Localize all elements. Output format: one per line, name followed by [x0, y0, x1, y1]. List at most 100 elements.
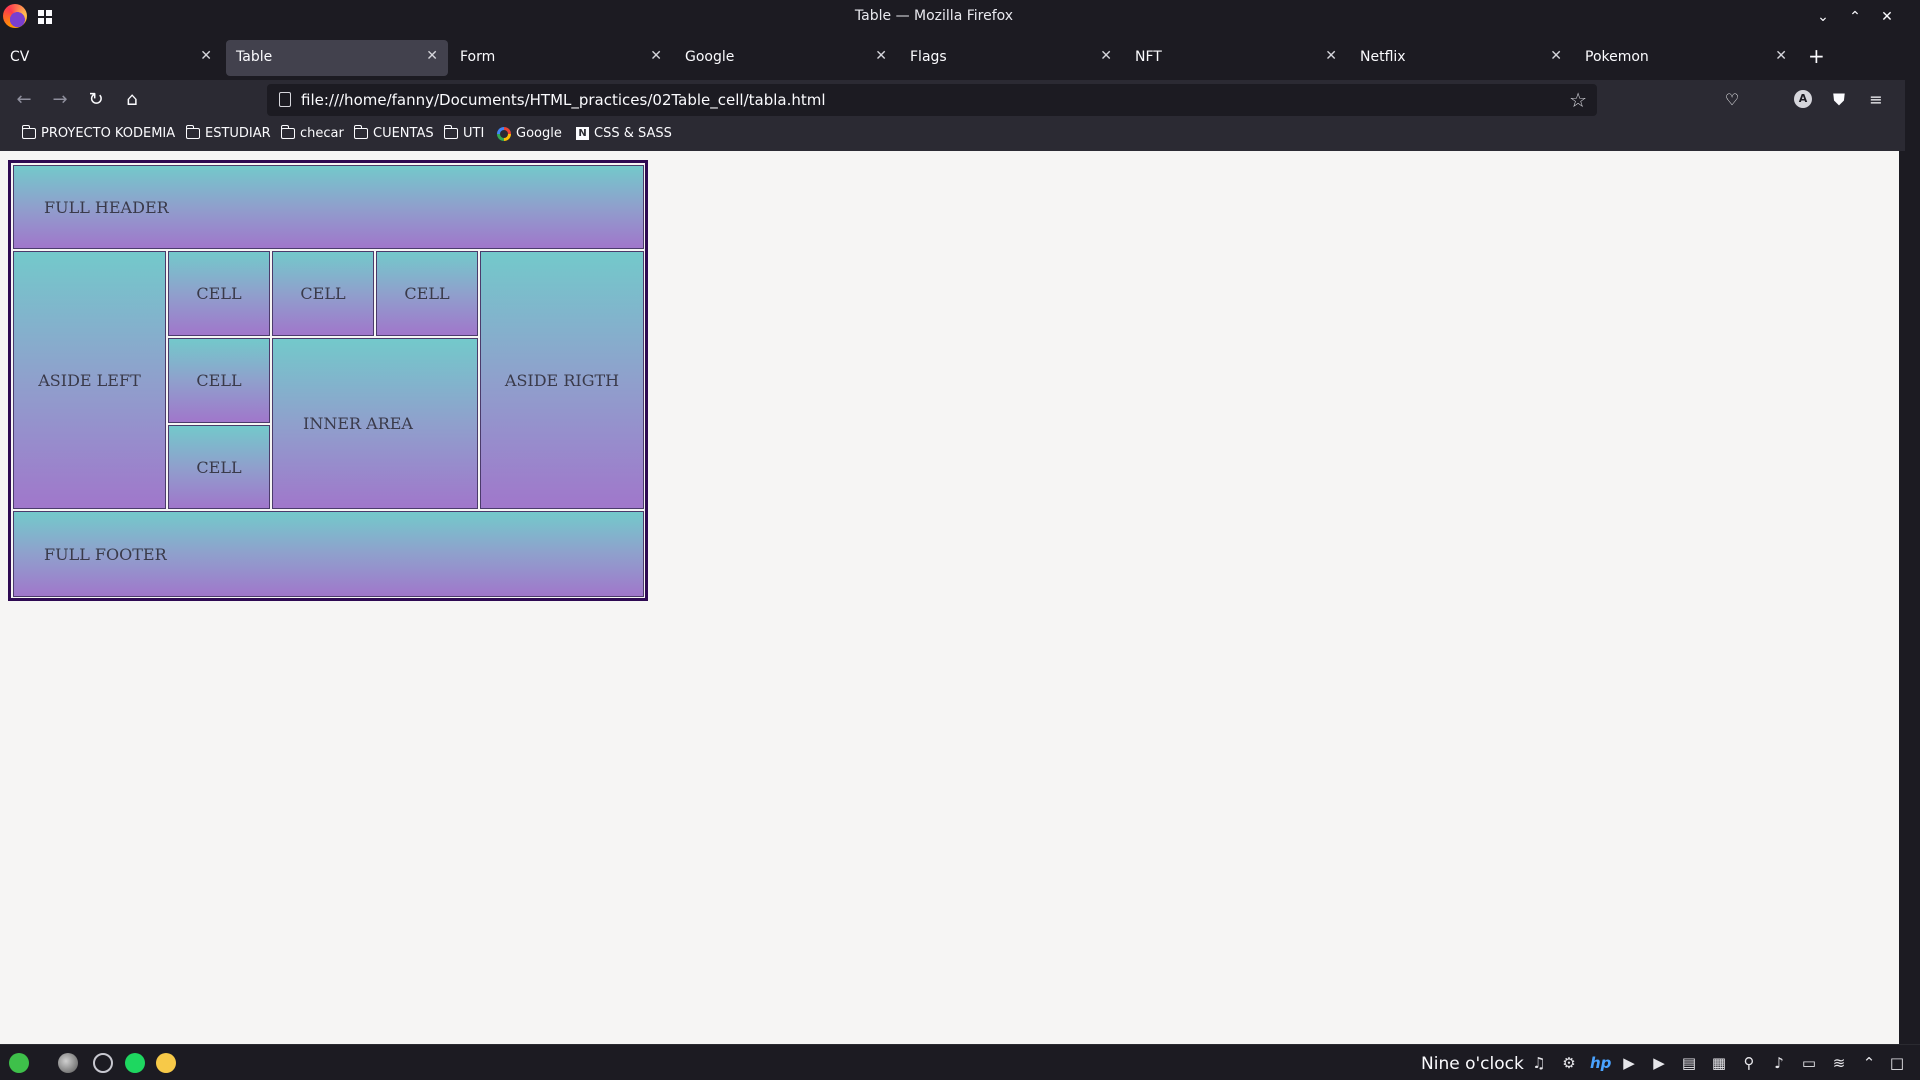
tab-label: Form	[460, 49, 496, 65]
tab-label: Netflix	[1360, 49, 1406, 65]
emoji-icon[interactable]	[156, 1053, 176, 1073]
reload-button[interactable]: ↻	[84, 88, 108, 112]
tab-close-icon[interactable]: ✕	[1550, 48, 1562, 64]
launcher-icon[interactable]	[9, 1053, 29, 1073]
bookmark-cuentas[interactable]: CUENTAS	[353, 125, 434, 141]
media-play-icon[interactable]	[93, 1053, 113, 1073]
window-title: Table — Mozilla Firefox	[854, 8, 1014, 24]
system-taskbar: Nine o'clock ♫ ⚙ hp ▶ ▶ ▤ ▦ ⚲ ♪ ▭ ≋ ⌃ □	[0, 1044, 1920, 1080]
clipboard-icon[interactable]: ▤	[1680, 1054, 1698, 1072]
aside-left-cell: ASIDE LEFT	[13, 251, 166, 509]
tab-label: Table	[236, 49, 273, 65]
minimize-button[interactable]: ⌄	[1813, 7, 1833, 27]
pocket-icon[interactable]: ♡	[1720, 88, 1744, 112]
page-icon	[279, 92, 291, 107]
clock[interactable]: Nine o'clock	[1421, 1054, 1524, 1074]
close-window-button[interactable]: ✕	[1877, 7, 1897, 27]
bookmarks-toolbar: PROYECTO KODEMIA ESTUDIAR checar CUENTAS…	[0, 120, 1905, 151]
aside-right-text: ASIDE RIGTH	[504, 370, 620, 390]
bookmark-label: PROYECTO KODEMIA	[41, 126, 176, 141]
table-cell: CELL	[168, 251, 270, 336]
new-tab-button[interactable]: +	[1808, 44, 1825, 68]
cell-text: CELL	[404, 284, 450, 303]
wallpaper-app-icon[interactable]	[58, 1053, 78, 1073]
back-button[interactable]: ←	[12, 88, 36, 112]
folder-icon	[353, 125, 368, 139]
battery-icon[interactable]: ▭	[1800, 1054, 1818, 1072]
tab-form[interactable]: Form ✕	[450, 40, 672, 76]
navigation-toolbar: ← → ↻ ⌂ file:///home/fanny/Documents/HTM…	[0, 80, 1905, 120]
table-cell: CELL	[376, 251, 478, 336]
tab-flags[interactable]: Flags ✕	[900, 40, 1122, 76]
tab-table[interactable]: Table ✕	[226, 40, 448, 76]
full-footer-cell: FULL FOOTER	[13, 511, 644, 597]
inner-area-cell: INNER AREA	[272, 338, 478, 509]
folder-icon	[280, 125, 295, 139]
bookmark-proyecto-kodemia[interactable]: PROYECTO KODEMIA	[21, 125, 176, 141]
table-cell: CELL	[168, 338, 270, 423]
maximize-button[interactable]: ⌃	[1845, 7, 1865, 27]
tab-close-icon[interactable]: ✕	[875, 48, 887, 64]
extension-shield-icon[interactable]: ⛊	[1827, 88, 1851, 112]
home-button[interactable]: ⌂	[120, 88, 144, 112]
bookmark-checar[interactable]: checar	[280, 125, 344, 141]
tab-nft[interactable]: NFT ✕	[1125, 40, 1347, 76]
bookmark-estudiar[interactable]: ESTUDIAR	[185, 125, 271, 141]
tab-close-icon[interactable]: ✕	[1325, 48, 1337, 64]
bookmark-google[interactable]: Google	[497, 126, 562, 141]
tab-close-icon[interactable]: ✕	[1100, 48, 1112, 64]
tab-close-icon[interactable]: ✕	[200, 48, 212, 64]
location-icon[interactable]: ⚲	[1740, 1054, 1758, 1072]
bookmark-label: UTI	[463, 126, 485, 141]
window-titlebar: Table — Mozilla Firefox ⌄ ⌃ ✕	[0, 0, 1920, 33]
account-avatar[interactable]: A	[1794, 90, 1812, 108]
tab-close-icon[interactable]: ✕	[1775, 48, 1787, 64]
tab-strip: CV ✕ Table ✕ Form ✕ Google ✕ Flags ✕ NFT…	[0, 40, 1905, 76]
cell-text: CELL	[300, 284, 346, 303]
tray-expand-icon[interactable]: ⌃	[1860, 1054, 1878, 1072]
app-menu-icon[interactable]: ≡	[1864, 88, 1888, 112]
notion-icon: N	[576, 127, 589, 140]
bookmark-label: CSS & SASS	[594, 126, 672, 141]
full-footer-text: FULL FOOTER	[44, 544, 167, 564]
tab-netflix[interactable]: Netflix ✕	[1350, 40, 1572, 76]
volume-icon[interactable]: ♪	[1770, 1054, 1788, 1072]
full-header-cell: FULL HEADER	[13, 165, 644, 249]
window-edge	[1899, 151, 1920, 1044]
google-icon	[497, 126, 511, 141]
tab-close-icon[interactable]: ✕	[426, 48, 438, 64]
media-control-icon[interactable]: ▶	[1620, 1054, 1638, 1072]
layout-table: FULL HEADER ASIDE LEFT CELL CELL CELL AS…	[8, 160, 648, 601]
tab-close-icon[interactable]: ✕	[650, 48, 662, 64]
url-text[interactable]: file:///home/fanny/Documents/HTML_practi…	[301, 91, 826, 109]
bookmark-uti[interactable]: UTI	[443, 125, 485, 141]
bookmark-css-sass[interactable]: N CSS & SASS	[576, 126, 672, 141]
tab-label: CV	[10, 49, 30, 65]
wifi-icon[interactable]: ≋	[1830, 1054, 1848, 1072]
folder-icon	[185, 125, 200, 139]
cell-text: CELL	[196, 371, 242, 390]
bookmark-label: Google	[516, 126, 562, 141]
tab-label: Google	[685, 49, 735, 65]
media-control-2-icon[interactable]: ▶	[1650, 1054, 1668, 1072]
notification-bell-icon[interactable]: ♫	[1530, 1054, 1548, 1072]
page-content: FULL HEADER ASIDE LEFT CELL CELL CELL AS…	[0, 151, 1899, 1044]
tab-pokemon[interactable]: Pokemon ✕	[1575, 40, 1797, 76]
folder-icon	[21, 125, 36, 139]
tab-cv[interactable]: CV ✕	[0, 40, 222, 76]
network-share-icon[interactable]: ⚙	[1560, 1054, 1578, 1072]
address-bar[interactable]: file:///home/fanny/Documents/HTML_practi…	[267, 84, 1597, 116]
bookmark-label: checar	[300, 126, 344, 141]
tab-label: NFT	[1135, 49, 1162, 65]
tab-google[interactable]: Google ✕	[675, 40, 897, 76]
full-header-text: FULL HEADER	[44, 197, 169, 217]
document-icon[interactable]: ▦	[1710, 1054, 1728, 1072]
forward-button[interactable]: →	[48, 88, 72, 112]
aside-left-text: ASIDE LEFT	[38, 370, 141, 390]
bookmark-star-icon[interactable]: ☆	[1569, 88, 1587, 112]
hp-icon[interactable]: hp	[1590, 1054, 1611, 1072]
cell-text: CELL	[196, 457, 242, 477]
inner-area-text: INNER AREA	[303, 414, 413, 433]
show-desktop-icon[interactable]: □	[1888, 1054, 1906, 1072]
spotify-icon[interactable]	[125, 1053, 145, 1073]
